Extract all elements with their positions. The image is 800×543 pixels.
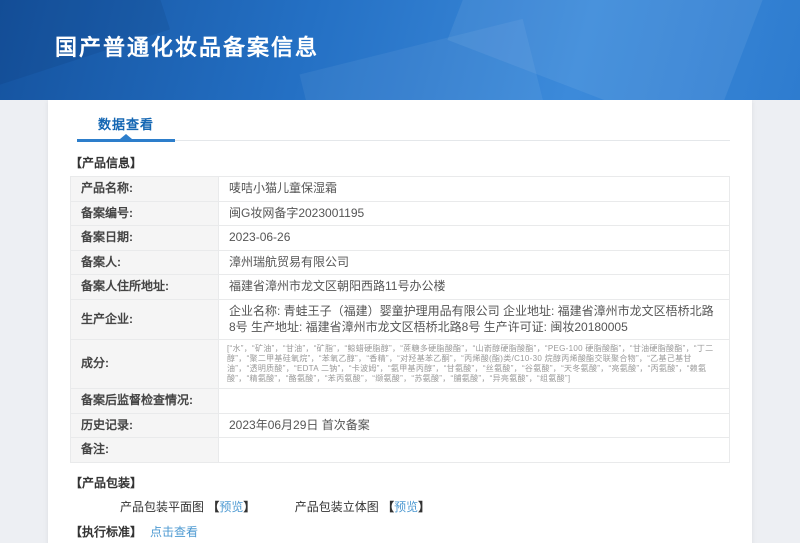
row-value [219,389,730,414]
package-stereo-item: 产品包装立体图 【预览】 [295,500,430,514]
row-label: 备案人: [71,250,219,275]
page-header-banner: 国产普通化妆品备案信息 [0,0,800,100]
table-row: 生产企业: 企业名称: 青蛙王子（福建）婴童护理用品有限公司 企业地址: 福建省… [71,299,730,339]
page-body: 数据查看 【产品信息】 产品名称: 唛咭小猫儿童保湿霜 备案编号: 闽G妆网备字… [0,100,800,543]
row-label: 产品名称: [71,177,219,202]
table-row: 备案人: 漳州瑞航贸易有限公司 [71,250,730,275]
row-value: 福建省漳州市龙文区朝阳西路11号办公楼 [219,275,730,300]
tab-bar: 数据查看 [48,100,752,142]
table-row: 备案日期: 2023-06-26 [71,226,730,251]
row-value: 漳州瑞航贸易有限公司 [219,250,730,275]
bracket-open: 【 [382,500,394,514]
page-title: 国产普通化妆品备案信息 [55,30,319,62]
package-stereo-label: 产品包装立体图 [295,500,379,514]
bracket-close: 】 [418,500,430,514]
row-value: 唛咭小猫儿童保湿霜 [219,177,730,202]
table-row: 产品名称: 唛咭小猫儿童保湿霜 [71,177,730,202]
package-flat-preview-link[interactable]: 预览 [219,500,243,514]
package-stereo-preview-link[interactable]: 预览 [394,500,418,514]
row-label: 历史记录: [71,413,219,438]
row-label: 备案后监督检查情况: [71,389,219,414]
bracket-open: 【 [207,500,219,514]
row-label: 备案编号: [71,201,219,226]
tab-data-view[interactable]: 数据查看 [77,114,175,133]
table-row: 成分: [“水”，“矿油”，“甘油”，“矿脂”，“鲸蜡硬脂醇”，“蔗糖多硬脂酸酯… [71,340,730,389]
package-section-title: 【产品包装】 [70,474,730,491]
bracket-close: 】 [243,500,255,514]
standard-section-title: 【执行标准】 [70,525,142,539]
package-line: 产品包装平面图 【预览】 产品包装立体图 【预览】 [120,498,730,515]
row-label: 成分: [71,340,219,389]
package-flat-item: 产品包装平面图 【预览】 [120,500,259,514]
package-flat-label: 产品包装平面图 [120,500,204,514]
product-info-table: 产品名称: 唛咭小猫儿童保湿霜 备案编号: 闽G妆网备字2023001195 备… [70,176,730,463]
row-value: 2023-06-26 [219,226,730,251]
row-value [219,438,730,463]
product-info-section-title: 【产品信息】 [70,154,730,171]
table-row: 备案编号: 闽G妆网备字2023001195 [71,201,730,226]
tab-active-underline [77,139,175,142]
row-value: 2023年06月29日 首次备案 [219,413,730,438]
banner-decor-shape [300,19,551,100]
row-value: 企业名称: 青蛙王子（福建）婴童护理用品有限公司 企业地址: 福建省漳州市龙文区… [219,299,730,339]
standard-line: 【执行标准】点击查看 [70,523,730,540]
row-value: [“水”，“矿油”，“甘油”，“矿脂”，“鲸蜡硬脂醇”，“蔗糖多硬脂酸酯”，“山… [219,340,730,389]
row-label: 备案日期: [71,226,219,251]
table-row: 备案人住所地址: 福建省漳州市龙文区朝阳西路11号办公楼 [71,275,730,300]
row-label: 备案人住所地址: [71,275,219,300]
row-label: 备注: [71,438,219,463]
row-label: 生产企业: [71,299,219,339]
main-content: 【产品信息】 产品名称: 唛咭小猫儿童保湿霜 备案编号: 闽G妆网备字20230… [48,142,752,543]
row-value: 闽G妆网备字2023001195 [219,201,730,226]
table-row: 历史记录: 2023年06月29日 首次备案 [71,413,730,438]
standard-view-link[interactable]: 点击查看 [150,525,198,539]
content-card: 数据查看 【产品信息】 产品名称: 唛咭小猫儿童保湿霜 备案编号: 闽G妆网备字… [48,100,752,543]
table-row: 备注: [71,438,730,463]
table-row: 备案后监督检查情况: [71,389,730,414]
